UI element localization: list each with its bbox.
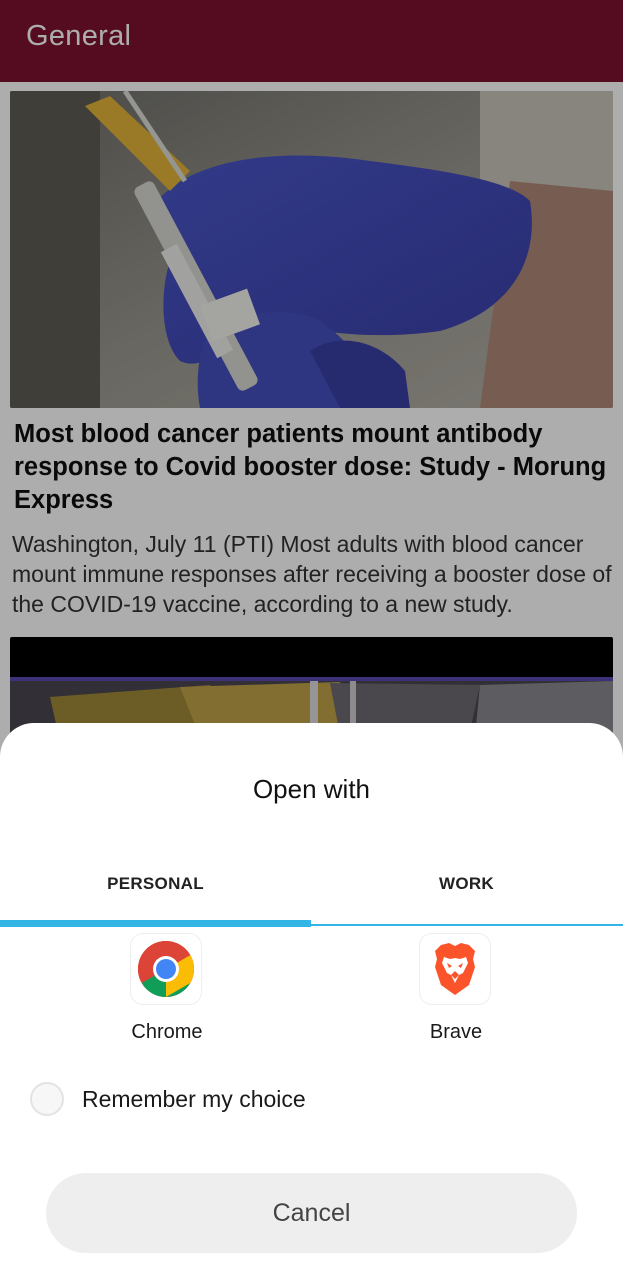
app-label: Chrome xyxy=(131,1021,203,1043)
profile-tabs: PERSONAL WORK xyxy=(0,855,623,930)
app-label: Brave xyxy=(429,1021,483,1043)
remember-choice-row[interactable]: Remember my choice xyxy=(30,1081,430,1121)
open-with-sheet: Open with PERSONAL WORK Chrome Brave Rem… xyxy=(0,723,623,1280)
tab-indicator xyxy=(0,920,311,927)
tab-personal[interactable]: PERSONAL xyxy=(0,855,311,930)
chrome-icon xyxy=(131,934,201,1004)
app-option-brave[interactable]: Brave xyxy=(376,933,536,1053)
brave-icon xyxy=(420,934,490,1004)
sheet-title: Open with xyxy=(252,774,371,804)
tab-divider xyxy=(311,924,623,926)
remember-choice-checkbox[interactable] xyxy=(30,1082,64,1116)
tab-work[interactable]: WORK xyxy=(311,855,622,930)
cancel-button[interactable]: Cancel xyxy=(46,1173,577,1253)
app-option-chrome[interactable]: Chrome xyxy=(87,933,247,1053)
screen: General Most blood cancer patients mount… xyxy=(0,0,623,1280)
remember-choice-label: Remember my choice xyxy=(82,1086,306,1112)
